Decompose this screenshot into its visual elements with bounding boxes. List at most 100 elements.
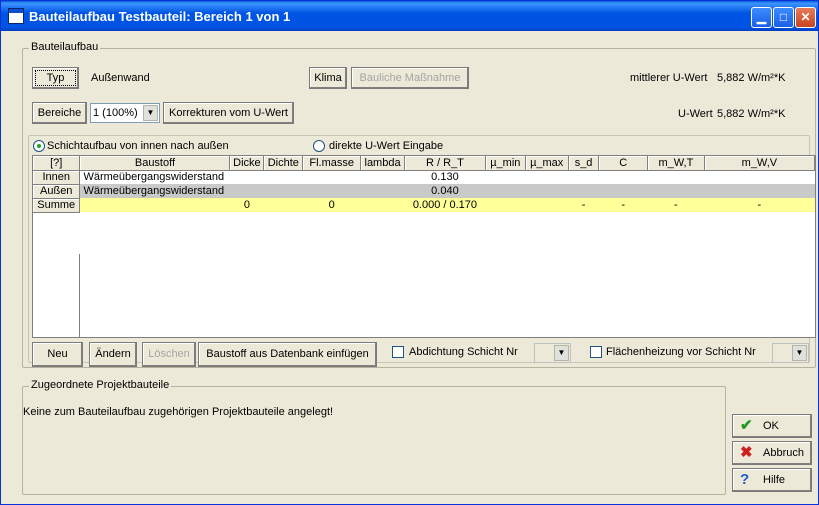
hilfe-button-label: Hilfe bbox=[763, 474, 786, 486]
col-header-mu-max[interactable]: µ_max bbox=[525, 156, 569, 171]
baustoff-einfuegen-button[interactable]: Baustoff aus Datenbank einfügen bbox=[198, 342, 377, 367]
hilfe-button[interactable]: ? Hilfe bbox=[732, 468, 812, 492]
cell-r[interactable]: 0.130 bbox=[405, 170, 486, 184]
minimize-button[interactable]: ▁ bbox=[751, 7, 772, 28]
radio-direkte-u-wert[interactable] bbox=[313, 140, 325, 152]
chevron-down-icon[interactable]: ▼ bbox=[792, 345, 807, 361]
bereiche-select-value: 1 (100%) bbox=[93, 107, 138, 119]
col-header-dichte[interactable]: Dichte bbox=[263, 156, 304, 171]
cell-dichte[interactable] bbox=[264, 170, 303, 184]
ok-button-label: OK bbox=[763, 420, 779, 432]
cell-baustoff[interactable]: Wärmeübergangswiderstand bbox=[80, 170, 230, 184]
col-header-baustoff[interactable]: Baustoff bbox=[79, 156, 231, 171]
maximize-button[interactable]: □ bbox=[773, 7, 794, 28]
row-header[interactable]: Summe bbox=[33, 198, 81, 213]
col-header-c[interactable]: C bbox=[598, 156, 649, 171]
col-header-dicke[interactable]: Dicke bbox=[229, 156, 265, 171]
korrekturen-button[interactable]: Korrekturen vom U-Wert bbox=[163, 102, 294, 124]
cell-mwt[interactable]: - bbox=[647, 198, 705, 212]
window-icon bbox=[8, 8, 24, 24]
help-icon: ? bbox=[740, 471, 750, 488]
cell-mwt[interactable] bbox=[648, 170, 705, 184]
cell-flmasse[interactable] bbox=[302, 184, 361, 198]
cell-mwv[interactable] bbox=[704, 184, 815, 198]
cell-mu-max[interactable] bbox=[525, 170, 568, 184]
ok-button[interactable]: ✔ OK bbox=[732, 414, 812, 438]
bauliche-massnahme-button[interactable]: Bauliche Maßnahme bbox=[351, 67, 469, 89]
mean-u-label: mittlerer U-Wert bbox=[630, 72, 708, 84]
col-header-r[interactable]: R / R_T bbox=[404, 156, 486, 171]
cell-mu-min[interactable] bbox=[485, 184, 526, 198]
radio-schichtaufbau[interactable] bbox=[33, 140, 45, 152]
cell-sd[interactable] bbox=[568, 170, 599, 184]
cell-mwv[interactable]: - bbox=[704, 198, 815, 212]
cell-sd[interactable] bbox=[568, 184, 599, 198]
col-header-sd[interactable]: s_d bbox=[568, 156, 600, 171]
checkmark-icon: ✔ bbox=[740, 417, 753, 434]
cell-dicke[interactable] bbox=[229, 184, 264, 198]
cell-dicke[interactable] bbox=[230, 170, 264, 184]
projektbauteile-message: Keine zum Bauteilaufbau zugehörigen Proj… bbox=[23, 406, 334, 418]
col-header-mwv[interactable]: m_W,V bbox=[704, 156, 815, 171]
loeschen-button[interactable]: Löschen bbox=[142, 342, 196, 367]
title-bar[interactable]: Bauteilaufbau Testbauteil: Bereich 1 von… bbox=[1, 1, 818, 31]
col-header-mwt[interactable]: m_W,T bbox=[647, 156, 705, 171]
chevron-down-icon[interactable]: ▼ bbox=[554, 345, 569, 361]
cell-baustoff[interactable] bbox=[79, 198, 230, 212]
cell-r[interactable]: 0.040 bbox=[404, 184, 486, 198]
row-header[interactable]: Innen bbox=[33, 170, 81, 185]
bereiche-button[interactable]: Bereiche bbox=[32, 102, 87, 124]
col-header-flmasse[interactable]: Fl.masse bbox=[302, 156, 362, 171]
typ-value: Außenwand bbox=[91, 72, 150, 84]
abdichtung-label: Abdichtung Schicht Nr bbox=[409, 346, 518, 358]
neu-button[interactable]: Neu bbox=[32, 342, 83, 367]
cell-lambda[interactable] bbox=[360, 184, 405, 198]
typ-button[interactable]: Typ bbox=[32, 67, 79, 89]
cell-c[interactable]: - bbox=[598, 198, 648, 212]
abdichtung-select[interactable]: ▼ bbox=[534, 343, 571, 363]
row-header[interactable]: Außen bbox=[33, 184, 81, 199]
bereiche-select[interactable]: 1 (100%) ▼ bbox=[90, 103, 160, 123]
dialog-window: Bauteilaufbau Testbauteil: Bereich 1 von… bbox=[0, 0, 819, 505]
cell-mu-min[interactable] bbox=[485, 170, 525, 184]
bauteilaufbau-group-title: Bauteilaufbau bbox=[29, 41, 101, 53]
close-button[interactable]: ✕ bbox=[795, 7, 816, 28]
layers-grid[interactable]: [?] Baustoff Dicke Dichte Fl.masse lambd… bbox=[32, 155, 816, 338]
mean-u-value: 5,882 W/m²*K bbox=[717, 72, 786, 84]
cell-mu-max[interactable] bbox=[525, 184, 569, 198]
col-header-lambda[interactable]: lambda bbox=[360, 156, 405, 171]
cell-baustoff[interactable]: Wärmeübergangswiderstand bbox=[79, 184, 230, 198]
radio-direkte-u-wert-label: direkte U-Wert Eingabe bbox=[329, 140, 444, 152]
abdichtung-checkbox[interactable] bbox=[392, 346, 404, 358]
col-header-mu-min[interactable]: µ_min bbox=[485, 156, 526, 171]
table-row[interactable]: Summe 0 0 0.000 / 0.170 - - - - bbox=[33, 198, 815, 213]
cell-dichte[interactable] bbox=[263, 184, 303, 198]
cell-lambda[interactable] bbox=[360, 198, 405, 212]
cell-mwv[interactable] bbox=[704, 170, 814, 184]
cell-flmasse[interactable]: 0 bbox=[302, 198, 361, 212]
layers-table: [?] Baustoff Dicke Dichte Fl.masse lambd… bbox=[33, 156, 815, 213]
chevron-down-icon[interactable]: ▼ bbox=[143, 105, 158, 121]
cell-flmasse[interactable] bbox=[303, 170, 361, 184]
cell-mwt[interactable] bbox=[647, 184, 705, 198]
cell-dichte[interactable] bbox=[263, 198, 303, 212]
flaechenheizung-select[interactable]: ▼ bbox=[772, 343, 809, 363]
cell-lambda[interactable] bbox=[361, 170, 405, 184]
cell-mu-min[interactable] bbox=[485, 198, 526, 212]
u-value: 5,882 W/m²*K bbox=[717, 108, 786, 120]
close-icon: ✕ bbox=[800, 10, 811, 24]
abbruch-button[interactable]: ✖ Abbruch bbox=[732, 441, 812, 465]
flaechenheizung-checkbox[interactable] bbox=[590, 346, 602, 358]
cell-c[interactable] bbox=[599, 170, 648, 184]
abbruch-button-label: Abbruch bbox=[763, 447, 804, 459]
table-row[interactable]: Innen Wärmeübergangswiderstand 0.130 bbox=[33, 170, 815, 185]
cell-c[interactable] bbox=[598, 184, 648, 198]
aendern-button[interactable]: Ändern bbox=[89, 342, 137, 367]
cell-r[interactable]: 0.000 / 0.170 bbox=[404, 198, 486, 212]
cell-mu-max[interactable] bbox=[525, 198, 569, 212]
klima-button[interactable]: Klima bbox=[309, 67, 347, 89]
cell-dicke[interactable]: 0 bbox=[229, 198, 264, 212]
cell-sd[interactable]: - bbox=[568, 198, 599, 212]
table-row[interactable]: Außen Wärmeübergangswiderstand 0.040 bbox=[33, 184, 815, 199]
col-header-help[interactable]: [?] bbox=[33, 156, 81, 171]
